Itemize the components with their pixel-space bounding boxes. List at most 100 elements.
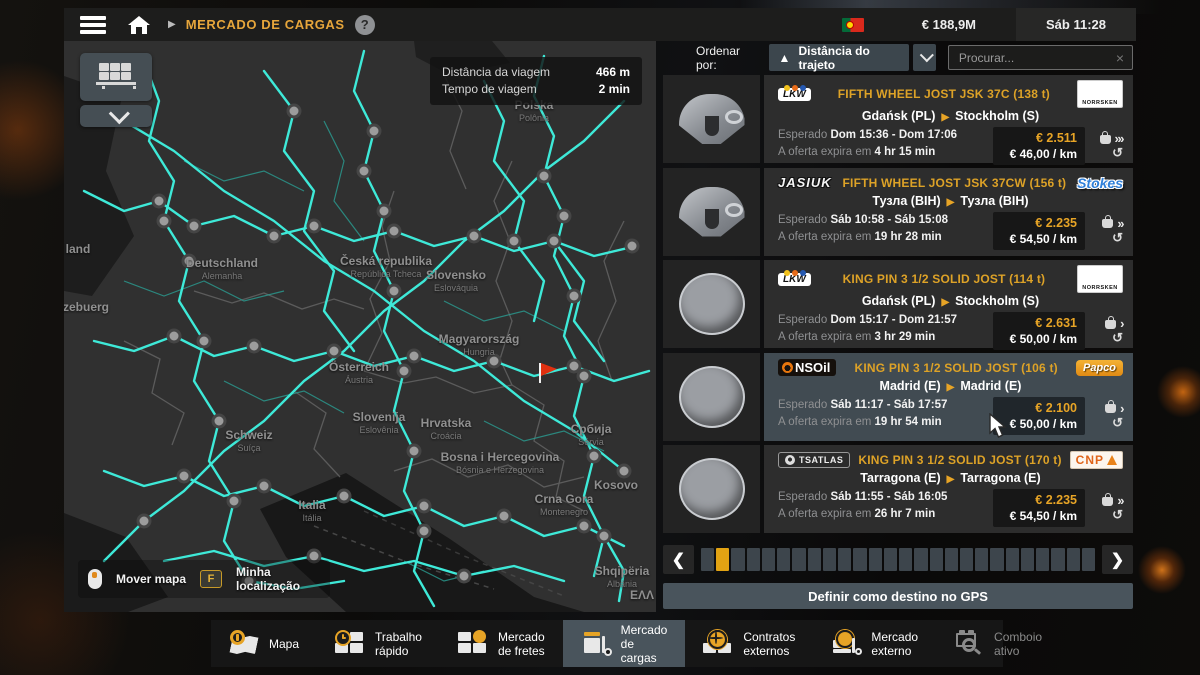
cargo-rate: € 50,00 / km xyxy=(1001,331,1077,347)
next-page-button[interactable]: ❯ xyxy=(1102,545,1133,574)
active-convoy-icon xyxy=(954,630,984,657)
cargo-row[interactable]: LKW KING PIN 3 1/2 SOLID JOST (114 t) NO… xyxy=(663,260,1133,348)
page-block-active[interactable] xyxy=(716,548,729,571)
page-block[interactable] xyxy=(777,548,790,571)
cargo-row[interactable]: LKW FIFTH WHEEL JOST JSK 37C (138 t) NOR… xyxy=(663,75,1133,163)
page-block[interactable] xyxy=(1051,548,1064,571)
route-map[interactable]: PolskaPolônia DeutschlandAlemanha Česká … xyxy=(64,41,656,612)
money-balance: € 188,9M xyxy=(922,17,976,32)
bottom-nav: Mapa Trabalho rápido Mercado de fretes xyxy=(211,620,1003,667)
client-logo: Papco xyxy=(1076,360,1123,376)
cargo-thumbnail xyxy=(663,75,760,163)
clear-search-icon[interactable]: × xyxy=(1116,50,1124,66)
quick-job-icon xyxy=(335,630,365,657)
cargo-meta: Esperado Sáb 10:58 - Sáb 15:08 A oferta … xyxy=(778,212,993,250)
page-block[interactable] xyxy=(823,548,836,571)
trailer-filter-button[interactable] xyxy=(80,53,152,101)
speed-chevrons-icon: ››› xyxy=(1115,133,1124,145)
cargo-market-icon xyxy=(581,630,611,657)
route: Gdańsk (PL)▶Stockholm (S) xyxy=(778,107,1123,127)
help-icon[interactable]: ? xyxy=(355,15,375,35)
cargo-title: FIFTH WHEEL JOST JSK 37CW (156 t) xyxy=(832,176,1077,190)
page-block[interactable] xyxy=(899,548,912,571)
route: Tarragona (E)▶Tarragona (E) xyxy=(778,469,1123,489)
cargo-rate: € 50,00 / km xyxy=(1001,416,1077,432)
sort-dropdown-toggle[interactable] xyxy=(913,44,936,71)
map-icon xyxy=(229,630,259,657)
page-block[interactable] xyxy=(731,548,744,571)
page-block[interactable] xyxy=(990,548,1003,571)
prev-page-button[interactable]: ❮ xyxy=(663,545,694,574)
cargo-row[interactable]: TSATLAS KING PIN 3 1/2 SOLID JOST (170 t… xyxy=(663,445,1133,533)
speed-chevrons-icon: ›› xyxy=(1117,218,1123,230)
move-map-hint: Mover mapa xyxy=(116,572,186,586)
home-icon[interactable] xyxy=(128,16,150,34)
page-block[interactable] xyxy=(838,548,851,571)
weight-icon xyxy=(1102,219,1113,228)
page-block[interactable] xyxy=(762,548,775,571)
page-block[interactable] xyxy=(1067,548,1080,571)
game-time[interactable]: Sáb 11:28 xyxy=(1016,8,1136,41)
page-block[interactable] xyxy=(945,548,958,571)
menu-icon[interactable] xyxy=(80,16,106,34)
cargo-title: KING PIN 3 1/2 SOLID JOST (170 t) xyxy=(850,453,1069,467)
page-block[interactable] xyxy=(808,548,821,571)
map-hints: Mover mapa F Minha localização xyxy=(78,560,330,598)
page-block[interactable] xyxy=(914,548,927,571)
tab-external-market[interactable]: Mercado externo xyxy=(813,620,936,667)
tab-cargo-market[interactable]: Mercado de cargas xyxy=(563,620,686,667)
page-block[interactable] xyxy=(960,548,973,571)
my-location-hint: Minha localização xyxy=(236,565,320,593)
chevron-down-icon xyxy=(108,103,129,124)
cargo-rate: € 54,50 / km xyxy=(1001,231,1077,247)
set-gps-destination-button[interactable]: Definir como destino no GPS xyxy=(663,583,1133,609)
price-box: € 2.235 € 54,50 / km xyxy=(993,212,1085,250)
king-pin-image xyxy=(679,458,745,520)
page-block[interactable] xyxy=(869,548,882,571)
freight-market-icon xyxy=(458,630,488,657)
collapse-map-controls-button[interactable] xyxy=(80,105,152,127)
cargo-title: KING PIN 3 1/2 SOLID JOST (114 t) xyxy=(811,272,1077,286)
tab-quick-job[interactable]: Trabalho rápido xyxy=(317,620,440,667)
page-block[interactable] xyxy=(792,548,805,571)
trip-distance-label: Distância da viagem xyxy=(442,64,550,81)
route: Madrid (E)▶Madrid (E) xyxy=(778,377,1123,397)
page-block[interactable] xyxy=(1082,548,1095,571)
weight-icon xyxy=(1105,404,1116,413)
cargo-rate: € 54,50 / km xyxy=(1001,508,1077,524)
tab-label: Comboio ativo xyxy=(994,630,1042,658)
tab-external-contracts[interactable]: Contratos externos xyxy=(685,620,813,667)
weight-icon xyxy=(1100,135,1111,144)
search-input[interactable] xyxy=(957,50,1116,66)
page-block[interactable] xyxy=(884,548,897,571)
cargo-row[interactable]: JASIUK FIFTH WHEEL JOST JSK 37CW (156 t)… xyxy=(663,168,1133,256)
cargo-price: € 2.511 xyxy=(1001,130,1077,146)
page-block[interactable] xyxy=(747,548,760,571)
page-block[interactable] xyxy=(1021,548,1034,571)
page-block[interactable] xyxy=(930,548,943,571)
cargo-thumbnail xyxy=(663,260,760,348)
tab-map[interactable]: Mapa xyxy=(211,620,317,667)
page-block[interactable] xyxy=(1036,548,1049,571)
page-block[interactable] xyxy=(853,548,866,571)
price-box: € 2.235 € 54,50 / km xyxy=(993,489,1085,527)
page-block[interactable] xyxy=(1006,548,1019,571)
trip-distance-value: 466 m xyxy=(596,64,630,81)
speed-chevrons-icon: › xyxy=(1120,403,1123,415)
sort-dropdown[interactable]: ▲ Distância do trajeto xyxy=(769,44,909,71)
mouse-icon xyxy=(88,569,102,589)
route-arrow-icon: ▶ xyxy=(947,197,955,208)
route-arrow-icon: ▶ xyxy=(941,297,949,308)
speed-chevrons-icon: › xyxy=(1120,318,1123,330)
page-block[interactable] xyxy=(975,548,988,571)
page-block[interactable] xyxy=(701,548,714,571)
cargo-row-selected[interactable]: NSOil KING PIN 3 1/2 SOLID JOST (106 t) … xyxy=(663,353,1133,441)
search-box: × xyxy=(948,45,1133,70)
tab-freight-market[interactable]: Mercado de fretes xyxy=(440,620,563,667)
company-logo: TSATLAS xyxy=(778,452,850,468)
route-arrow-icon: ▶ xyxy=(947,382,955,393)
company-logo: JASIUK xyxy=(778,175,832,190)
portugal-flag-icon xyxy=(842,18,864,32)
route: Тузла (BIH)▶Тузла (BIH) xyxy=(778,192,1123,212)
cargo-price: € 2.235 xyxy=(1001,215,1077,231)
